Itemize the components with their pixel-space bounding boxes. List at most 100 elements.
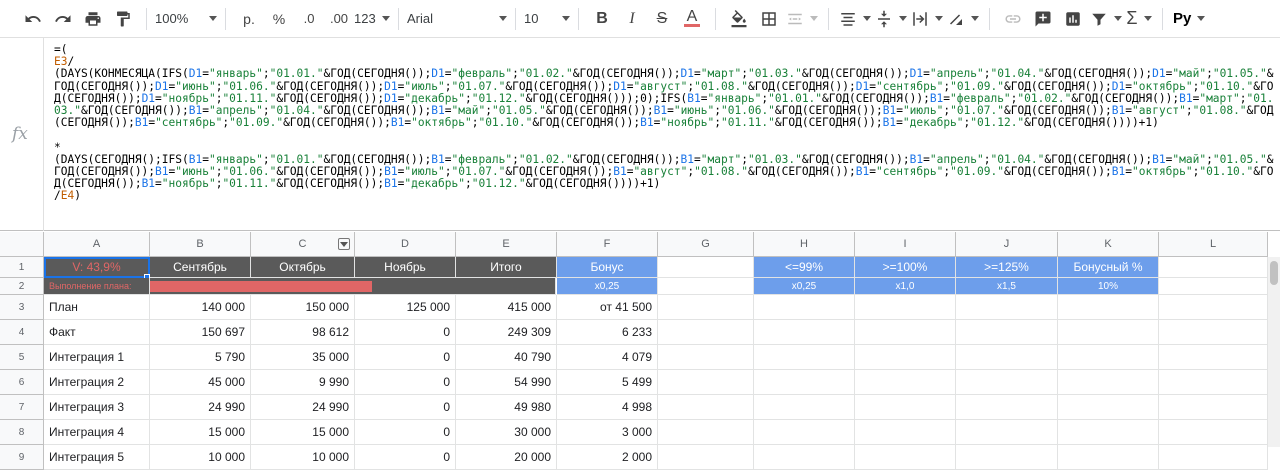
column-header-i[interactable]: I	[855, 232, 956, 257]
percent-format-button[interactable]: %	[266, 5, 292, 33]
strikethrough-icon[interactable]: S	[649, 5, 675, 33]
empty-cell[interactable]	[658, 370, 754, 395]
paint-format-icon[interactable]	[110, 5, 136, 33]
value-cell[interactable]: 249 309	[456, 320, 557, 345]
vertical-align-icon[interactable]	[875, 5, 907, 33]
empty-cell[interactable]	[658, 420, 754, 445]
value-cell[interactable]: 5 790	[150, 345, 251, 370]
empty-cell[interactable]	[956, 370, 1058, 395]
column-header-d[interactable]: D	[355, 232, 456, 257]
tier-value-k2[interactable]: 10%	[1058, 278, 1159, 295]
plan-progress-label[interactable]: Выполнение плана:	[44, 278, 150, 295]
empty-cell[interactable]	[1159, 445, 1268, 470]
row-header-4[interactable]: 4	[0, 320, 44, 345]
empty-cell[interactable]	[754, 395, 855, 420]
empty-cell[interactable]	[658, 445, 754, 470]
empty-cell[interactable]	[754, 295, 855, 320]
increase-decimal-button[interactable]: .00	[326, 5, 352, 33]
empty-cell[interactable]	[1058, 370, 1159, 395]
value-cell[interactable]: 0	[355, 420, 456, 445]
empty-cell[interactable]	[855, 345, 956, 370]
empty-cell[interactable]	[1058, 395, 1159, 420]
currency-format-button[interactable]: р.	[236, 5, 262, 33]
empty-cell[interactable]	[855, 295, 956, 320]
bonus-multiplier-cell[interactable]: x0,25	[557, 278, 658, 295]
zoom-select[interactable]: 100%	[155, 11, 217, 26]
empty-cell[interactable]	[1058, 345, 1159, 370]
tier-header-h1[interactable]: <=99%	[754, 257, 855, 278]
empty-cell[interactable]	[1058, 445, 1159, 470]
undo-icon[interactable]	[20, 5, 46, 33]
font-select[interactable]: Arial	[407, 11, 507, 26]
empty-cell[interactable]	[956, 295, 1058, 320]
value-cell[interactable]: 98 612	[251, 320, 355, 345]
print-icon[interactable]	[80, 5, 106, 33]
tier-header-i1[interactable]: >=100%	[855, 257, 956, 278]
row-header-5[interactable]: 5	[0, 345, 44, 370]
fill-color-icon[interactable]	[726, 5, 752, 33]
value-cell[interactable]: 0	[355, 370, 456, 395]
insert-chart-icon[interactable]	[1060, 5, 1086, 33]
empty-cell[interactable]	[754, 420, 855, 445]
filter-icon[interactable]	[1090, 5, 1122, 33]
empty-cell[interactable]	[956, 445, 1058, 470]
empty-cell[interactable]	[754, 320, 855, 345]
empty-cell[interactable]	[754, 370, 855, 395]
cell-l1[interactable]	[1159, 257, 1268, 278]
column-header-j[interactable]: J	[956, 232, 1058, 257]
empty-cell[interactable]	[855, 370, 956, 395]
row-label-cell[interactable]: Интеграция 5	[44, 445, 150, 470]
empty-cell[interactable]	[1159, 320, 1268, 345]
value-cell[interactable]: 125 000	[355, 295, 456, 320]
redo-icon[interactable]	[50, 5, 76, 33]
row-header-2[interactable]: 2	[0, 278, 44, 295]
vertical-scrollbar[interactable]	[1268, 257, 1280, 447]
value-cell[interactable]: 3 000	[557, 420, 658, 445]
value-cell[interactable]: 15 000	[251, 420, 355, 445]
value-cell[interactable]: 0	[355, 445, 456, 470]
functions-icon[interactable]: Σ	[1126, 5, 1152, 33]
row-header-7[interactable]: 7	[0, 395, 44, 420]
column-header-h[interactable]: H	[754, 232, 855, 257]
empty-cell[interactable]	[1058, 420, 1159, 445]
column-header-b[interactable]: B	[150, 232, 251, 257]
value-cell[interactable]: 10 000	[150, 445, 251, 470]
scrollbar-thumb[interactable]	[1270, 261, 1278, 285]
header-cell-e1[interactable]: Итого	[456, 257, 557, 278]
empty-cell[interactable]	[1058, 320, 1159, 345]
value-cell[interactable]: 4 998	[557, 395, 658, 420]
row-label-cell[interactable]: План	[44, 295, 150, 320]
value-cell[interactable]: 35 000	[251, 345, 355, 370]
empty-cell[interactable]	[855, 395, 956, 420]
font-size-select[interactable]: 10	[524, 11, 570, 26]
horizontal-align-icon[interactable]	[839, 5, 871, 33]
row-header-3[interactable]: 3	[0, 295, 44, 320]
input-tools-button[interactable]: Ру	[1173, 5, 1206, 33]
cell-g2[interactable]	[658, 278, 754, 295]
value-cell[interactable]: 20 000	[456, 445, 557, 470]
column-header-k[interactable]: K	[1058, 232, 1159, 257]
empty-cell[interactable]	[754, 345, 855, 370]
empty-cell[interactable]	[956, 320, 1058, 345]
column-header-g[interactable]: G	[658, 232, 754, 257]
tier-value-h2[interactable]: x0,25	[754, 278, 855, 295]
header-cell-c1[interactable]: Октябрь	[251, 257, 355, 278]
tier-value-i2[interactable]: x1,0	[855, 278, 956, 295]
value-cell[interactable]: 49 980	[456, 395, 557, 420]
italic-icon[interactable]: I	[619, 5, 645, 33]
merge-cells-icon[interactable]	[786, 5, 818, 33]
value-cell[interactable]: от 41 500	[557, 295, 658, 320]
value-cell[interactable]: 54 990	[456, 370, 557, 395]
empty-cell[interactable]	[1159, 420, 1268, 445]
cell-l2[interactable]	[1159, 278, 1268, 295]
value-cell[interactable]: 415 000	[456, 295, 557, 320]
formula-input[interactable]: =( E3/ (DAYS(КОНМЕСЯЦА(IFS(D1="январь";"…	[54, 43, 1274, 203]
bonus-header-cell[interactable]: Бонус	[557, 257, 658, 278]
column-header-l[interactable]: L	[1159, 232, 1268, 257]
empty-cell[interactable]	[658, 320, 754, 345]
value-cell[interactable]: 0	[355, 395, 456, 420]
row-label-cell[interactable]: Факт	[44, 320, 150, 345]
column-header-f[interactable]: F	[557, 232, 658, 257]
empty-cell[interactable]	[956, 395, 1058, 420]
text-color-icon[interactable]: A	[679, 5, 705, 33]
